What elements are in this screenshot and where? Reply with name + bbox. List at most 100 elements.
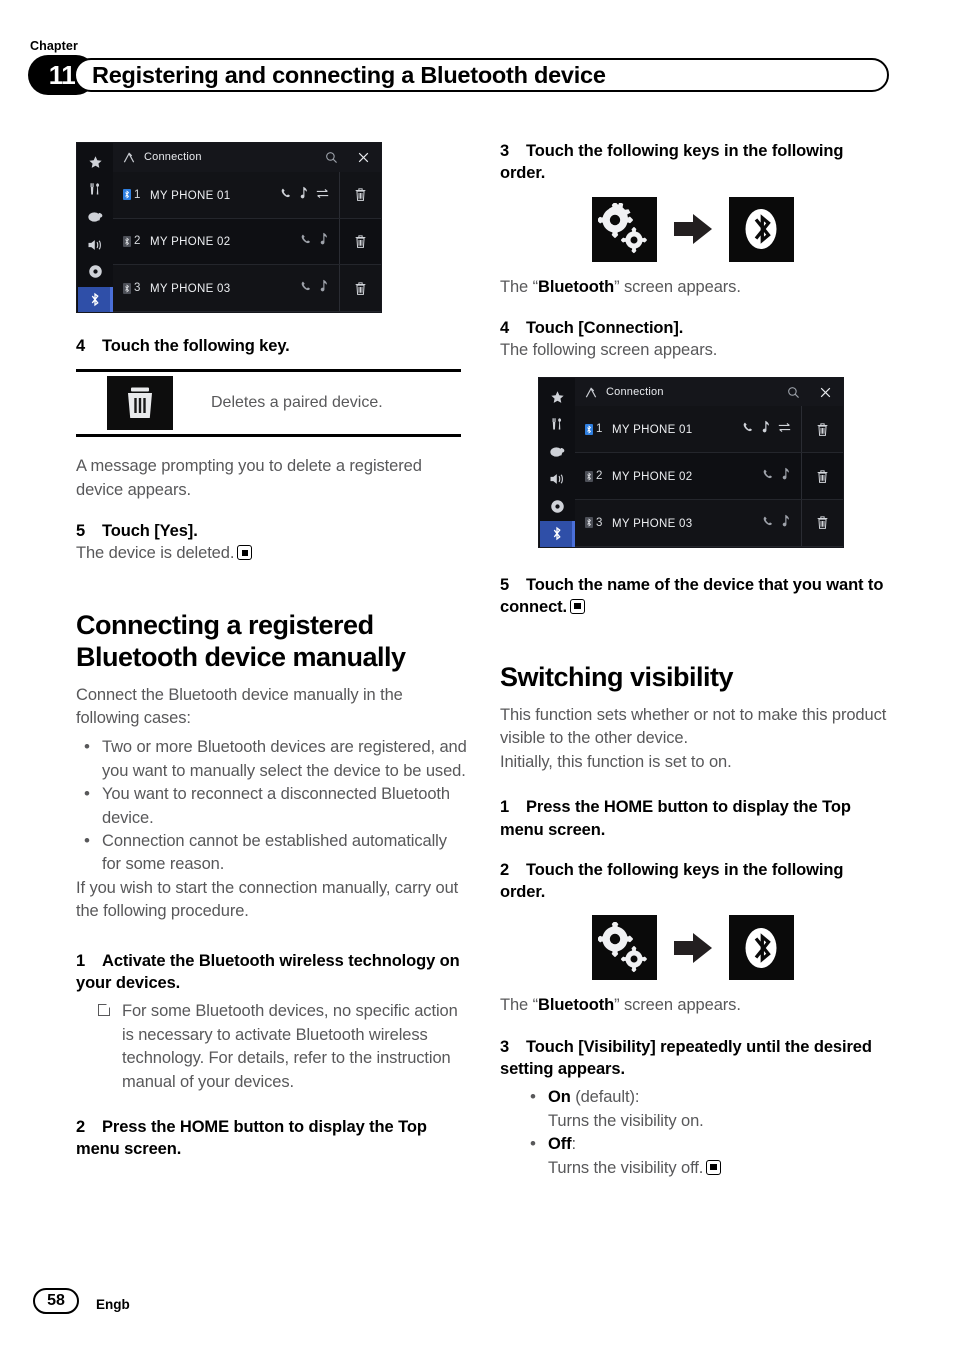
step-number: 4 [76, 337, 86, 355]
option-suffix: : [571, 1135, 577, 1154]
result-text: The device is deleted. [76, 544, 235, 563]
back-icon[interactable] [584, 386, 598, 399]
row-index: 3 [134, 282, 141, 295]
end-mark-icon [237, 545, 253, 561]
screen-main: Connection 1 MY PHONE 01 2 MY PHONE 02 3… [113, 143, 381, 312]
row-status-icons [762, 467, 791, 485]
trash-icon[interactable] [801, 406, 843, 453]
screen-main: Connection 1 MY PHONE 01 2 MY PHONE 02 3… [575, 377, 843, 547]
bluetooth-icon[interactable] [78, 286, 113, 313]
right-step-4: 4 Touch [Connection]. [500, 317, 893, 339]
screen-titlebar: Connection [113, 143, 381, 172]
bluetooth-badge-icon [583, 470, 594, 482]
row-texts: MY PHONE 01 [612, 420, 742, 438]
step-text: Press the HOME button to display the Top… [76, 1117, 427, 1159]
device-name: MY PHONE 03 [150, 283, 231, 296]
list-item: Two or more Bluetooth devices are regist… [76, 735, 469, 783]
result-suffix: ” screen appears. [614, 277, 741, 296]
table-row: Deletes a paired device. [76, 372, 461, 434]
step-number: 4 [500, 318, 510, 337]
speaker-icon[interactable] [540, 467, 574, 492]
music-note-icon [319, 232, 329, 250]
music-note-icon [781, 467, 791, 485]
bluetooth-badge-icon [121, 189, 132, 201]
left-step-5: 5 Touch [Yes]. [76, 520, 469, 542]
bluetooth-icon[interactable] [540, 521, 575, 547]
left-step-4: 4 Touch the following key. [76, 335, 469, 357]
trash-icon[interactable] [801, 499, 843, 546]
page-number-badge: 58 [33, 1288, 79, 1314]
row-index: 2 [596, 470, 603, 483]
row-status-icons [762, 514, 791, 532]
row-texts: MY PHONE 03 [612, 514, 762, 532]
step-text: Activate the Bluetooth wireless technolo… [76, 951, 460, 992]
key-description: Deletes a paired device. [211, 394, 383, 412]
trash-icon[interactable] [339, 171, 381, 218]
device-name: MY PHONE 01 [612, 424, 693, 437]
search-icon[interactable] [325, 151, 338, 164]
star-icon[interactable] [540, 385, 574, 410]
note-text: For some Bluetooth devices, no specific … [122, 1002, 458, 1091]
right-step-3: 3 Touch the following keys in the followi… [500, 140, 893, 185]
connecting-cases-list: Two or more Bluetooth devices are regist… [76, 735, 469, 877]
disc-icon[interactable] [540, 494, 574, 519]
close-icon[interactable] [819, 386, 832, 399]
table-bottom-rule [76, 434, 461, 438]
connecting-outro: If you wish to start the connection manu… [76, 878, 459, 921]
end-mark-icon [706, 1159, 722, 1175]
phone-icon [300, 232, 312, 250]
music-note-icon [781, 514, 791, 532]
step-text: Touch [Visibility] repeatedly until the … [500, 1037, 872, 1079]
table-row[interactable]: 1 MY PHONE 01 [575, 406, 843, 454]
disc-icon[interactable] [78, 259, 112, 284]
row-index: 1 [596, 423, 603, 436]
row-texts: MY PHONE 03 [150, 279, 300, 297]
search-icon[interactable] [787, 386, 800, 399]
screen-title: Connection [144, 151, 202, 164]
table-row[interactable]: 2 MY PHONE 02 [575, 453, 843, 500]
step-number: 5 [76, 522, 86, 541]
step-text: Touch the name of the device that you wa… [500, 575, 884, 616]
back-icon[interactable] [122, 151, 136, 164]
connection-screen-screenshot-1: Connection 1 MY PHONE 01 2 MY PHONE 02 3… [76, 142, 382, 313]
option-label: On [548, 1088, 571, 1107]
phone-icon [742, 420, 754, 438]
tools-icon[interactable] [78, 177, 112, 202]
section-heading-visibility: Switching visibility [500, 662, 734, 693]
step-text: Touch the following key. [102, 337, 290, 355]
result-suffix: ” screen appears. [614, 996, 741, 1015]
tools-icon[interactable] [540, 412, 574, 437]
table-row[interactable]: 1 MY PHONE 01 [113, 171, 381, 219]
device-name: MY PHONE 02 [612, 471, 693, 484]
settings-gears-icon[interactable] [591, 915, 657, 981]
note-flag-icon [98, 1003, 111, 1017]
left-step-5-result: The device is deleted. [76, 542, 469, 565]
left-after-key-text: A message prompting you to delete a regi… [76, 457, 422, 499]
bluetooth-key-icon[interactable] [728, 196, 794, 262]
step-number: 3 [500, 1037, 510, 1056]
row-index: 1 [134, 188, 141, 201]
speaker-icon[interactable] [78, 232, 112, 257]
trash-icon[interactable] [801, 453, 843, 499]
result-prefix: The “ [500, 277, 539, 296]
star-icon[interactable] [78, 150, 112, 175]
table-row[interactable]: 3 MY PHONE 03 [113, 265, 381, 312]
row-index: 2 [134, 235, 141, 248]
trash-icon[interactable] [339, 265, 381, 311]
trash-key-icon[interactable] [107, 376, 173, 431]
arrow-right-icon [673, 932, 712, 963]
table-row[interactable]: 2 MY PHONE 02 [113, 218, 381, 266]
list-item: You want to reconnect a disconnected Blu… [76, 782, 469, 830]
option-desc: Turns the visibility on. [548, 1111, 704, 1130]
table-row[interactable]: 3 MY PHONE 03 [575, 499, 843, 547]
result-bold: Bluetooth [538, 996, 615, 1015]
vis-step-3: 3 Touch [Visibility] repeatedly until the… [500, 1036, 893, 1081]
left-step-2: 2 Press the HOME button to display the To… [76, 1116, 469, 1161]
bluetooth-key-icon[interactable] [728, 915, 794, 981]
close-icon[interactable] [357, 151, 370, 164]
option-label: Off [548, 1135, 572, 1154]
trash-icon[interactable] [339, 218, 381, 265]
settings-gears-icon[interactable] [591, 196, 657, 262]
palette-icon[interactable] [78, 205, 112, 230]
palette-icon[interactable] [540, 439, 574, 464]
